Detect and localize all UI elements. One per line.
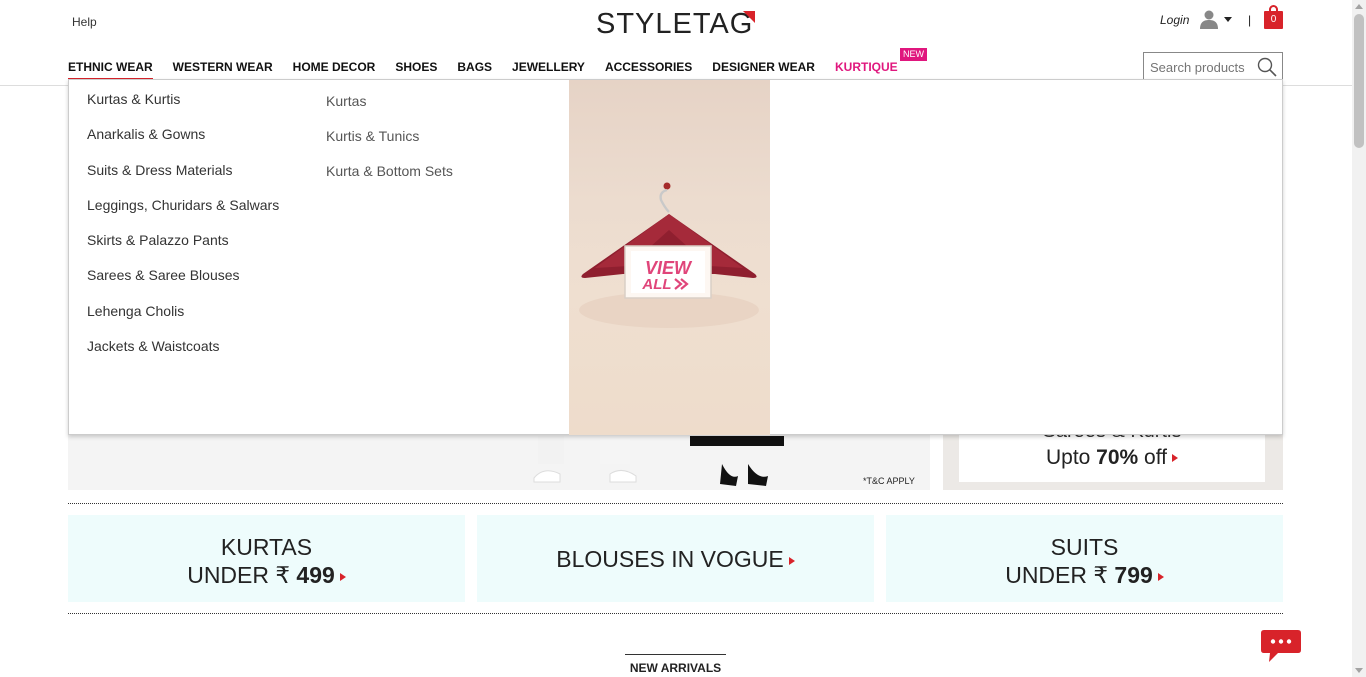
- ethnic-wear-dropdown: Kurtas & Kurtis Anarkalis & Gowns Suits …: [68, 79, 1283, 435]
- scroll-down-arrow-icon[interactable]: [1355, 668, 1363, 673]
- nav-western-wear[interactable]: WESTERN WEAR: [173, 60, 273, 80]
- suits-promo[interactable]: SUITS UNDER ₹ 799: [886, 515, 1283, 602]
- chevron-down-icon[interactable]: [1224, 17, 1232, 22]
- offer-percent: 70%: [1096, 446, 1139, 469]
- user-icon[interactable]: [1199, 9, 1219, 29]
- sarees-kurtis-offer: Upto 70% off: [959, 446, 1265, 470]
- menu-item-leggings[interactable]: Leggings, Churidars & Salwars: [87, 197, 279, 232]
- kurtas-price: 499: [296, 562, 335, 588]
- kurtas-promo[interactable]: KURTAS UNDER ₹ 499: [68, 515, 465, 602]
- suits-promo-title: SUITS: [1050, 534, 1119, 560]
- menu-item-suits-dress-materials[interactable]: Suits & Dress Materials: [87, 162, 279, 197]
- all-label: ALL: [641, 276, 671, 293]
- tnc-note: *T&C APPLY: [863, 476, 915, 486]
- divider: [68, 503, 1283, 504]
- nav-accessories[interactable]: ACCESSORIES: [605, 60, 692, 80]
- view-all-banner[interactable]: VIEW ALL: [569, 80, 770, 435]
- menu-item-jackets-waistcoats[interactable]: Jackets & Waistcoats: [87, 338, 279, 373]
- menu-item-skirts-palazzo[interactable]: Skirts & Palazzo Pants: [87, 232, 279, 267]
- nav-jewellery[interactable]: JEWELLERY: [512, 60, 585, 80]
- kurtas-promo-title: KURTAS: [220, 534, 313, 560]
- header-separator: |: [1248, 13, 1252, 27]
- scroll-thumb[interactable]: [1354, 14, 1364, 148]
- view-label: VIEW: [645, 258, 693, 278]
- menu-item-anarkalis-gowns[interactable]: Anarkalis & Gowns: [87, 126, 279, 161]
- arrow-right-icon: [1157, 572, 1164, 581]
- menu-item-kurtas-kurtis[interactable]: Kurtas & Kurtis: [87, 91, 279, 126]
- blouses-label: BLOUSES IN VOGUE: [556, 546, 784, 572]
- suits-promo-price: UNDER ₹ 799: [886, 561, 1283, 589]
- hanger-icon: VIEW ALL: [579, 182, 759, 328]
- submenu-item-kurtis-tunics[interactable]: Kurtis & Tunics: [326, 128, 453, 163]
- blouses-promo[interactable]: BLOUSES IN VOGUE: [477, 515, 874, 602]
- new-badge: NEW: [899, 48, 927, 61]
- divider: [68, 613, 1283, 614]
- model-feet-image: [533, 436, 784, 486]
- search-input[interactable]: [1150, 60, 1262, 75]
- offer-suffix: off: [1138, 446, 1168, 469]
- suits-price: 799: [1114, 562, 1153, 588]
- offer-prefix: Upto: [1045, 446, 1097, 469]
- new-arrivals-heading: NEW ARRIVALS: [625, 654, 726, 675]
- nav-home-decor[interactable]: HOME DECOR: [293, 60, 376, 80]
- subcategory-column: Kurtas Kurtis & Tunics Kurta & Bottom Se…: [326, 93, 453, 198]
- logo-mark-icon: [743, 11, 755, 23]
- submenu-item-kurta-bottom-sets[interactable]: Kurta & Bottom Sets: [326, 163, 453, 198]
- suits-under-label: UNDER ₹: [1005, 562, 1115, 588]
- arrow-right-icon: [788, 556, 795, 565]
- scroll-up-arrow-icon[interactable]: [1355, 4, 1363, 9]
- help-link[interactable]: Help: [72, 15, 97, 29]
- main-nav: ETHNIC WEAR WESTERN WEAR HOME DECOR SHOE…: [68, 48, 927, 80]
- blouses-promo-title: BLOUSES IN VOGUE: [477, 545, 874, 573]
- cart-count: 0: [1270, 14, 1277, 25]
- menu-item-lehenga-cholis[interactable]: Lehenga Cholis: [87, 303, 279, 338]
- login-link[interactable]: Login: [1160, 13, 1189, 27]
- nav-shoes[interactable]: SHOES: [395, 60, 437, 80]
- category-column: Kurtas & Kurtis Anarkalis & Gowns Suits …: [87, 91, 279, 373]
- styletag-logo[interactable]: STYLETAG: [596, 9, 756, 39]
- chat-icon[interactable]: [1260, 628, 1302, 664]
- arrow-right-icon: [1172, 454, 1179, 463]
- site-header: Help STYLETAG Login | 0 ETHNIC WEAR WEST…: [0, 0, 1352, 86]
- nav-designer-wear[interactable]: DESIGNER WEAR: [712, 60, 815, 80]
- arrow-right-icon: [339, 572, 346, 581]
- nav-kurtique-label: KURTIQUE: [834, 60, 898, 74]
- nav-kurtique[interactable]: KURTIQUE NEW: [834, 48, 927, 80]
- kurtas-under-label: UNDER ₹: [187, 562, 297, 588]
- menu-item-sarees[interactable]: Sarees & Saree Blouses: [87, 267, 279, 302]
- logo-text: STYLETAG: [596, 8, 754, 40]
- search-icon[interactable]: [1257, 57, 1277, 77]
- kurtas-promo-price: UNDER ₹ 499: [68, 561, 465, 589]
- search-box[interactable]: [1143, 52, 1283, 81]
- page-scrollbar[interactable]: [1352, 0, 1366, 677]
- cart-button[interactable]: 0: [1264, 5, 1283, 29]
- nav-bags[interactable]: BAGS: [457, 60, 492, 80]
- nav-ethnic-wear[interactable]: ETHNIC WEAR: [68, 60, 153, 80]
- submenu-item-kurtas[interactable]: Kurtas: [326, 93, 453, 128]
